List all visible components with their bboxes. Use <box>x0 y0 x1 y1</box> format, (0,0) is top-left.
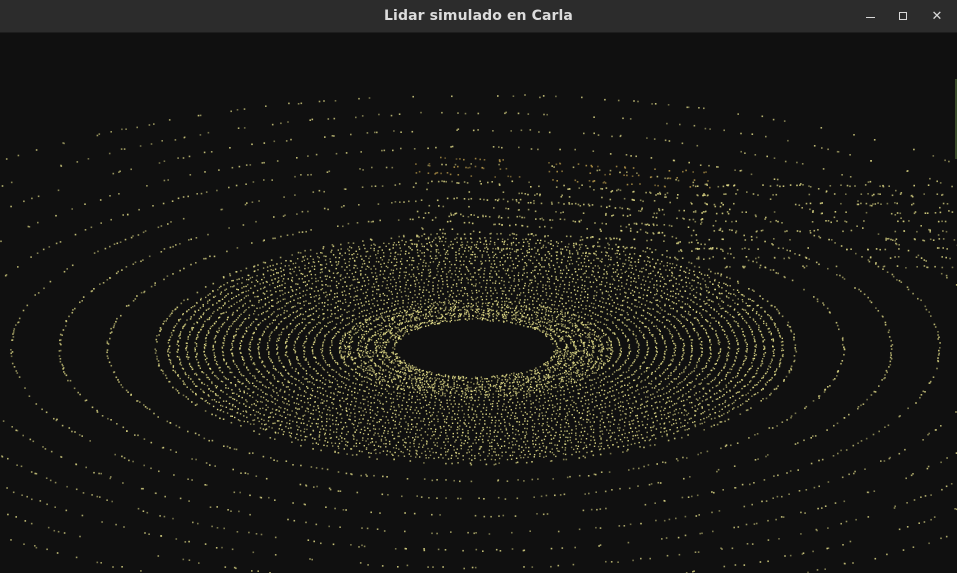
close-button[interactable]: ✕ <box>925 4 949 28</box>
lidar-viewport[interactable] <box>0 33 957 573</box>
minimize-icon <box>865 17 875 18</box>
minimize-button[interactable] <box>858 4 882 28</box>
window-title: Lidar simulado en Carla <box>384 8 573 24</box>
close-icon: ✕ <box>931 8 943 24</box>
point-cloud <box>0 94 957 573</box>
title-bar[interactable]: Lidar simulado en Carla ✕ <box>0 0 957 33</box>
maximize-icon <box>899 12 907 20</box>
app-window: Lidar simulado en Carla ✕ <box>0 0 957 573</box>
maximize-button[interactable] <box>891 4 915 28</box>
